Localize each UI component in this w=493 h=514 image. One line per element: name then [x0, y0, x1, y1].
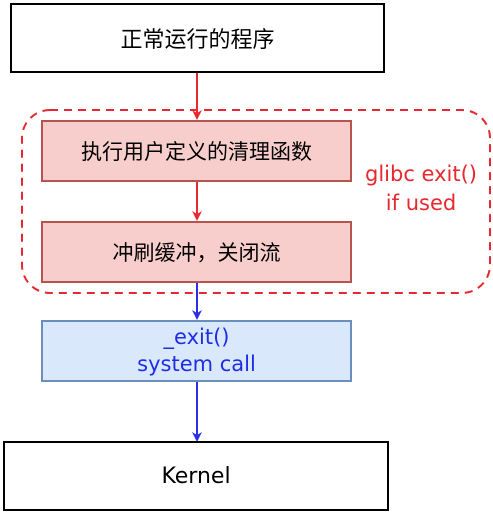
node-running-program: 正常运行的程序	[10, 3, 385, 73]
glibc-exit-label: glibc exit() if used	[355, 160, 487, 219]
node-kernel-label: Kernel	[161, 463, 231, 489]
node-cleanup-functions: 执行用户定义的清理函数	[41, 120, 352, 182]
node-exit-syscall: _exit() system call	[41, 320, 352, 382]
node-running-program-label: 正常运行的程序	[120, 28, 275, 53]
glibc-exit-label-line2: if used	[385, 191, 457, 216]
node-cleanup-functions-label: 执行用户定义的清理函数	[81, 140, 312, 164]
node-kernel: Kernel	[3, 441, 389, 511]
glibc-exit-label-line1: glibc exit()	[365, 162, 477, 186]
node-exit-syscall-line1: _exit()	[163, 324, 230, 349]
node-flush-buffers-label: 冲刷缓冲，关闭流	[112, 241, 281, 265]
node-flush-buffers: 冲刷缓冲，关闭流	[41, 221, 352, 283]
node-exit-syscall-line2: system call	[137, 352, 256, 376]
